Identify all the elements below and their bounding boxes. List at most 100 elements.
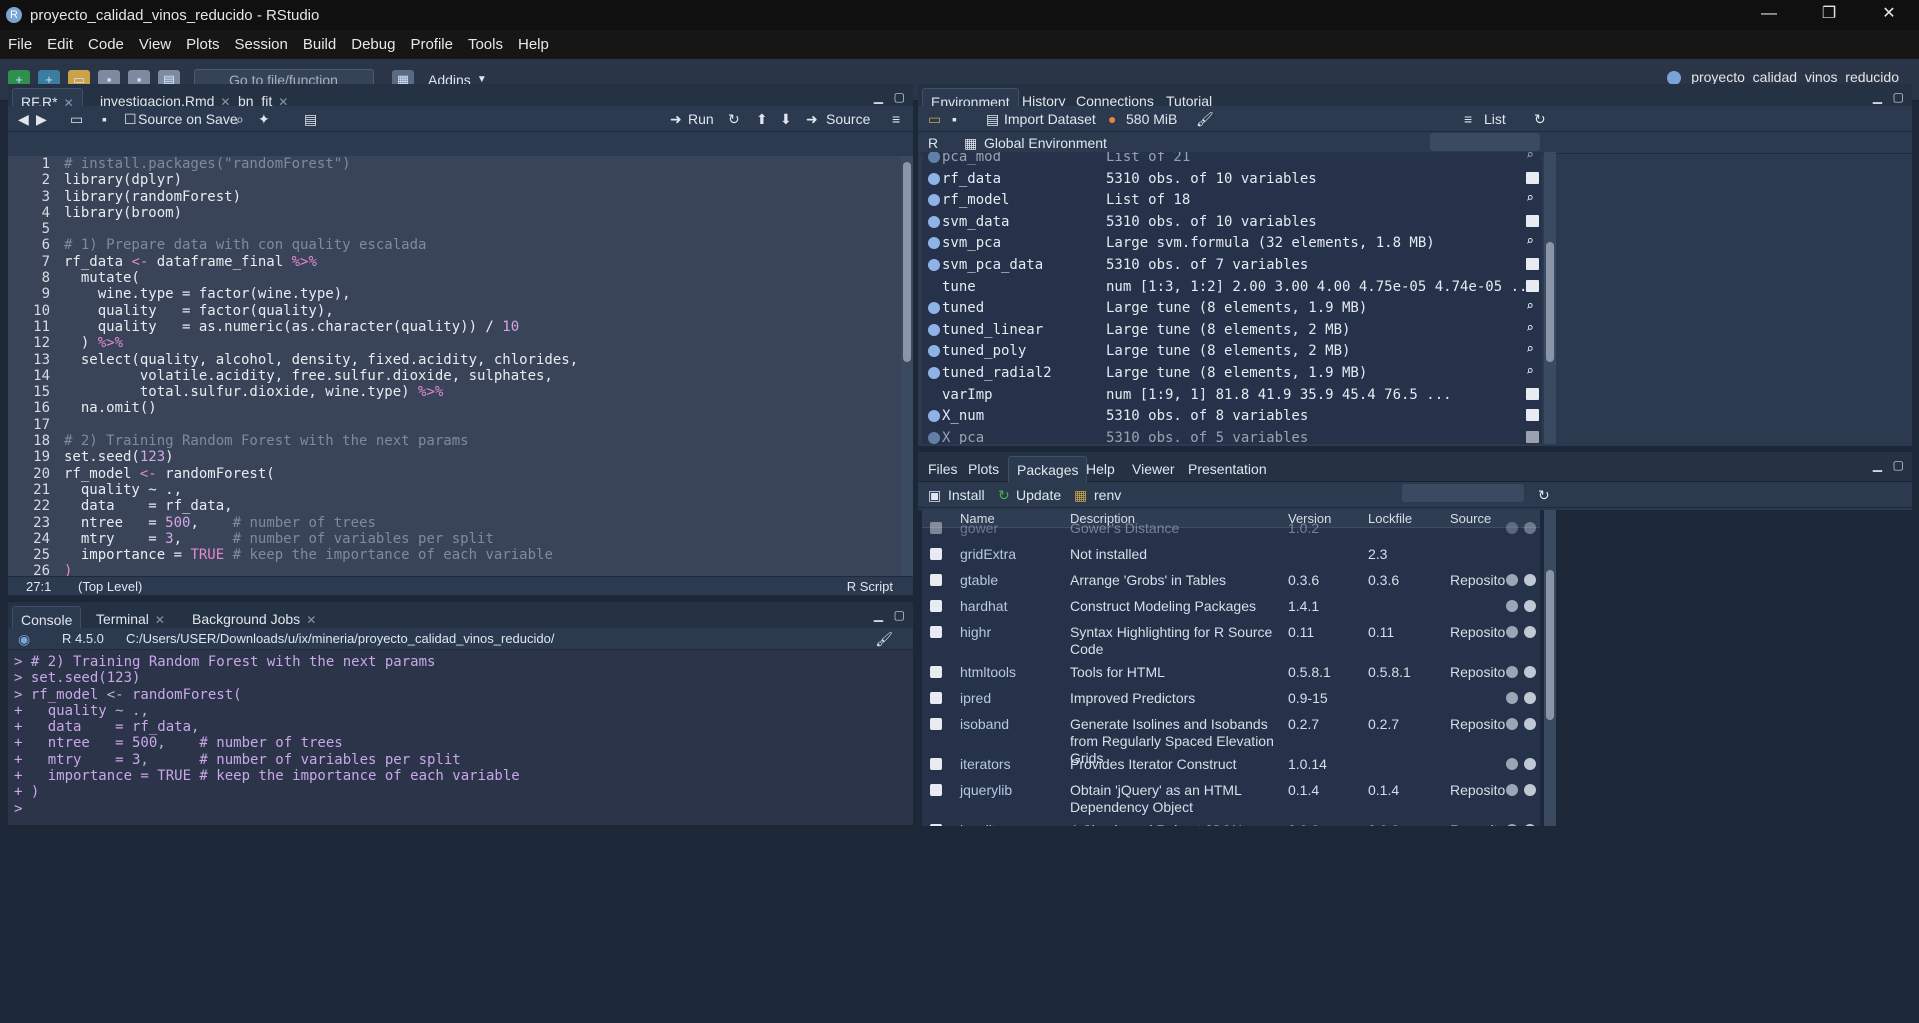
- environment-row[interactable]: varImp num [1:9, 1] 81.8 41.9 35.9 45.4 7…: [922, 384, 1542, 406]
- wand-icon[interactable]: ✦: [258, 111, 270, 128]
- rerun-icon[interactable]: ↻: [728, 111, 740, 128]
- environment-scrollbar[interactable]: [1544, 152, 1556, 444]
- package-name[interactable]: htmltools: [960, 664, 1016, 680]
- environment-row[interactable]: svm_pca Large svm.formula (32 elements, 1…: [922, 232, 1542, 254]
- search-icon[interactable]: ⌕: [236, 111, 244, 128]
- list-view-icon[interactable]: ≡: [1464, 111, 1472, 127]
- table-icon[interactable]: [1526, 258, 1539, 270]
- remove-package-icon[interactable]: [1524, 522, 1536, 534]
- view-mode-select[interactable]: List: [1484, 111, 1506, 127]
- package-checkbox[interactable]: [930, 784, 942, 796]
- expand-icon[interactable]: [928, 431, 940, 444]
- minimize-pane-icon[interactable]: ▁: [874, 90, 883, 104]
- menu-file[interactable]: File: [8, 36, 32, 53]
- go-up-icon[interactable]: ⬆: [756, 111, 768, 128]
- remove-package-icon[interactable]: [1524, 666, 1536, 678]
- environment-row[interactable]: rf_model List of 18 ⌕: [922, 189, 1542, 211]
- search-icon[interactable]: ⌕: [1526, 300, 1539, 313]
- expand-icon[interactable]: [928, 259, 940, 271]
- expand-icon[interactable]: [928, 215, 940, 228]
- table-icon[interactable]: [1526, 279, 1539, 292]
- globe-icon[interactable]: [1506, 692, 1518, 704]
- tab-packages[interactable]: Packages: [1008, 456, 1088, 482]
- remove-package-icon[interactable]: [1524, 784, 1536, 796]
- menu-tools[interactable]: Tools: [468, 36, 503, 53]
- update-icon[interactable]: ↻: [998, 487, 1010, 504]
- search-icon[interactable]: ⌕: [1526, 343, 1539, 356]
- globe-icon[interactable]: [1506, 600, 1518, 612]
- globe-icon[interactable]: [1506, 784, 1518, 796]
- maximize-pane-icon[interactable]: ▢: [1893, 458, 1904, 472]
- environment-row[interactable]: tuned_linear Large tune (8 elements, 2 MB…: [922, 319, 1542, 341]
- package-name[interactable]: highr: [960, 624, 991, 640]
- project-menu[interactable]: proyecto_calidad_vinos_reducido: [1667, 69, 1899, 86]
- search-icon[interactable]: ⌕: [1526, 152, 1539, 162]
- package-row[interactable]: gtable Arrange 'Grobs' in Tables 0.3.6 0.3.…: [922, 570, 1540, 592]
- tab-viewer[interactable]: Viewer: [1124, 456, 1183, 482]
- environment-row[interactable]: tuned Large tune (8 elements, 1.9 MB) ⌕: [922, 297, 1542, 319]
- minimize-pane-icon[interactable]: ▁: [1873, 458, 1882, 472]
- scrollbar-thumb[interactable]: [1546, 242, 1554, 362]
- environment-row[interactable]: tuned_radial2 Large tune (8 elements, 1.9…: [922, 362, 1542, 384]
- package-checkbox[interactable]: [930, 718, 942, 730]
- table-icon[interactable]: [1526, 430, 1539, 443]
- install-button[interactable]: Install: [948, 487, 985, 503]
- expand-icon[interactable]: [928, 345, 940, 358]
- tab-presentation[interactable]: Presentation: [1180, 456, 1275, 482]
- menu-profile[interactable]: Profile: [410, 36, 453, 53]
- source-on-save-checkbox[interactable]: ☐: [124, 111, 137, 128]
- expand-icon[interactable]: [928, 194, 940, 207]
- globe-icon[interactable]: [1506, 824, 1518, 826]
- table-icon[interactable]: [1526, 214, 1539, 227]
- package-row[interactable]: htmltools Tools for HTML 0.5.8.1 0.5.8.1 Rep…: [922, 662, 1540, 684]
- remove-package-icon[interactable]: [1524, 692, 1536, 704]
- remove-package-icon[interactable]: [1524, 626, 1536, 638]
- menu-view[interactable]: View: [139, 36, 171, 53]
- broom-icon[interactable]: 🖌: [1196, 111, 1214, 128]
- package-row[interactable]: gridExtra Not installed 2.3: [922, 544, 1540, 566]
- expand-icon[interactable]: [928, 302, 940, 315]
- package-checkbox[interactable]: [930, 758, 942, 770]
- package-row[interactable]: jquerylib Obtain 'jQuery' as an HTML Depe…: [922, 780, 1540, 816]
- outline-icon[interactable]: ≡: [892, 111, 900, 127]
- search-icon[interactable]: ⌕: [1526, 365, 1539, 378]
- expand-icon[interactable]: [928, 237, 940, 250]
- remove-package-icon[interactable]: [1524, 574, 1536, 586]
- environment-row[interactable]: X_num 5310 obs. of 8 variables: [922, 405, 1542, 427]
- package-row[interactable]: gower Gower's Distance 1.0.2: [922, 518, 1540, 540]
- file-type-selector[interactable]: R Script: [847, 579, 893, 594]
- environment-scope-select[interactable]: Global Environment: [984, 135, 1107, 151]
- package-row[interactable]: hardhat Construct Modeling Packages 1.4.1: [922, 596, 1540, 618]
- load-workspace-icon[interactable]: ▭: [928, 111, 941, 128]
- renv-menu[interactable]: renv: [1094, 487, 1121, 503]
- search-icon[interactable]: ⌕: [1526, 235, 1539, 248]
- close-icon[interactable]: ✕: [155, 613, 165, 627]
- remove-package-icon[interactable]: [1524, 758, 1536, 770]
- source-button[interactable]: Source: [826, 111, 870, 127]
- package-checkbox[interactable]: [930, 666, 942, 678]
- tab-plots[interactable]: Plots: [960, 456, 1007, 482]
- package-checkbox[interactable]: [930, 600, 942, 612]
- maximize-pane-icon[interactable]: ▢: [894, 608, 905, 622]
- go-down-icon[interactable]: ⬇: [780, 111, 792, 128]
- environment-row[interactable]: svm_data 5310 obs. of 10 variables: [922, 211, 1542, 233]
- package-name[interactable]: gridExtra: [960, 546, 1016, 562]
- environment-row[interactable]: X_pca 5310 obs. of 5 variables: [922, 427, 1542, 444]
- save-icon[interactable]: ▪: [102, 111, 107, 127]
- menu-debug[interactable]: Debug: [351, 36, 395, 53]
- update-button[interactable]: Update: [1016, 487, 1061, 503]
- package-checkbox[interactable]: [930, 574, 942, 586]
- console-input[interactable]: >: [14, 801, 913, 817]
- remove-package-icon[interactable]: [1524, 600, 1536, 612]
- packages-scrollbar[interactable]: [1544, 510, 1556, 826]
- maximize-pane-icon[interactable]: ▢: [894, 90, 905, 104]
- environment-row[interactable]: rf_data 5310 obs. of 10 variables: [922, 168, 1542, 190]
- globe-icon[interactable]: [1506, 666, 1518, 678]
- compile-report-icon[interactable]: ▤: [304, 111, 317, 128]
- menu-build[interactable]: Build: [303, 36, 336, 53]
- package-row[interactable]: iterators Provides Iterator Construct 1.0.…: [922, 754, 1540, 776]
- table-icon[interactable]: [1526, 387, 1539, 400]
- package-name[interactable]: gtable: [960, 572, 998, 588]
- scrollbar-thumb[interactable]: [903, 162, 911, 362]
- package-name[interactable]: jsonlite: [960, 822, 1004, 826]
